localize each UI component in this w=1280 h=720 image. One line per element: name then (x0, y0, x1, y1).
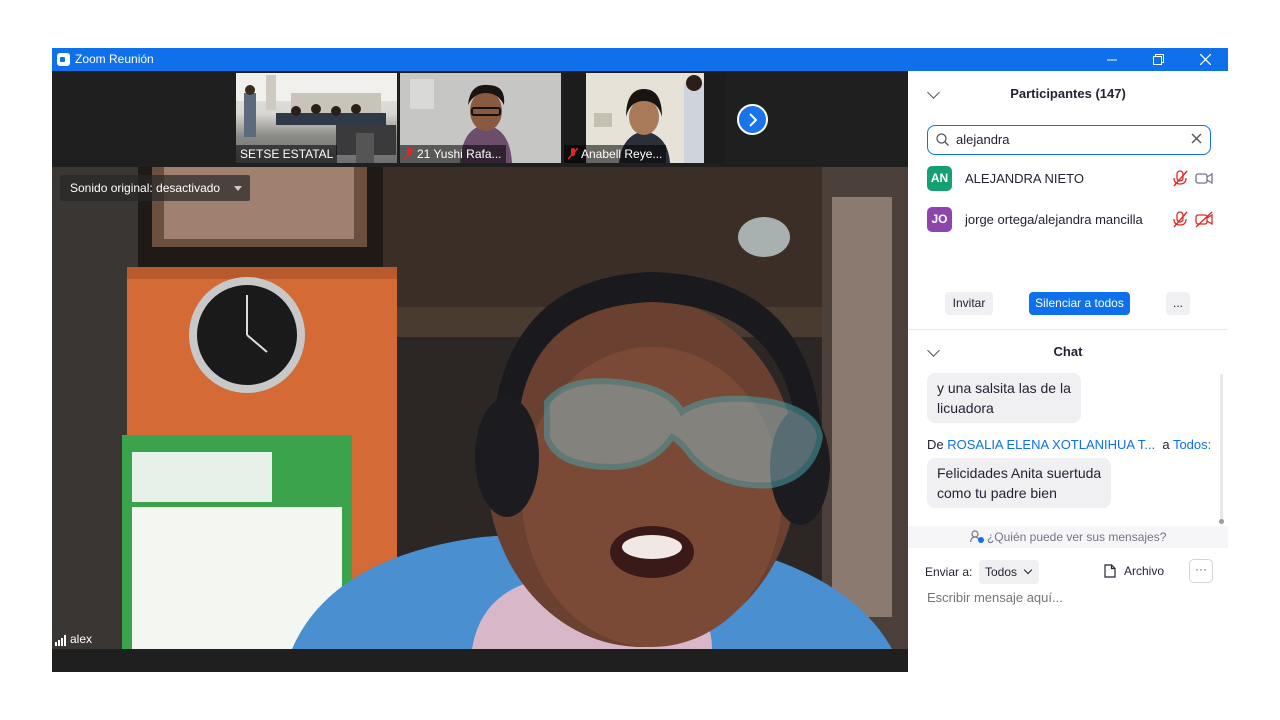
chat-messages[interactable]: y una salsita las de la licuadora De ROS… (927, 373, 1217, 523)
avatar: AN (927, 166, 952, 191)
main-speaker-video: Sonido original: desactivado alex (52, 167, 908, 649)
from-prefix: De (927, 437, 944, 452)
panel-divider (908, 329, 1228, 330)
participant-name: ALEJANDRA NIETO (965, 171, 1084, 186)
send-to-value: Todos (985, 565, 1018, 579)
participant-name: Anabell Reye... (581, 147, 663, 161)
speaker-name: alex (70, 632, 93, 646)
chat-message: y una salsita las de la licuadora (927, 373, 1081, 423)
speaker-video-frame (52, 167, 908, 649)
video-thumbnail[interactable]: SETSE ESTATAL (236, 73, 397, 163)
mute-all-button[interactable]: Silenciar a todos (1029, 292, 1130, 315)
file-label: Archivo (1124, 564, 1165, 578)
video-area: SETSE ESTATAL 21 Yushi Rafa... Anabell R… (52, 71, 908, 672)
participant-row[interactable]: AN ALEJANDRA NIETO (927, 166, 1217, 192)
chat-message: Felicidades Anita suertuda como tu padre… (927, 458, 1112, 508)
who-can-see-label: ¿Quién puede ver sus mensajes? (986, 530, 1167, 544)
muted-mic-icon (568, 148, 578, 160)
chat-header: Chat (1053, 344, 1083, 359)
window-title: Zoom Reunión (75, 52, 154, 66)
chat-scrollbar[interactable] (1219, 374, 1224, 524)
participants-more-button[interactable]: ... (1166, 292, 1190, 315)
minimize-button[interactable] (1089, 48, 1135, 71)
message-line: licuadora (937, 400, 994, 416)
message-line: como tu padre bien (937, 485, 1057, 501)
restore-icon (1152, 54, 1164, 65)
person-info-icon (969, 530, 984, 543)
file-button[interactable]: Archivo (1104, 564, 1164, 578)
muted-mic-icon (404, 148, 414, 160)
restore-button[interactable] (1135, 48, 1181, 71)
next-page-button[interactable] (737, 104, 768, 135)
avatar: JO (927, 207, 952, 232)
send-to-label: Enviar a: (925, 565, 973, 579)
thumbnail-label: 21 Yushi Rafa... (400, 145, 506, 163)
who-can-see-messages[interactable]: ¿Quién puede ver sus mensajes? (908, 526, 1228, 548)
title-bar: Zoom Reunión (52, 48, 1228, 71)
message-sender-line: De ROSALIA ELENA XOTLANIHUA T... a Todos… (927, 437, 1211, 452)
original-sound-label: Sonido original: desactivado (70, 181, 221, 195)
participant-name: jorge ortega/alejandra mancilla (965, 212, 1143, 227)
video-thumbnail[interactable]: Anabell Reye... (564, 73, 725, 163)
signal-strength-icon (55, 635, 66, 646)
minimize-icon (1107, 59, 1117, 60)
video-off-icon[interactable] (1195, 211, 1213, 228)
chevron-down-icon (234, 186, 243, 191)
participant-search-input[interactable] (954, 131, 1188, 148)
close-window-button[interactable] (1182, 48, 1228, 71)
message-line: Felicidades Anita suertuda (937, 465, 1102, 481)
to-prefix: a (1162, 437, 1170, 452)
chat-more-button[interactable]: ··· (1189, 559, 1213, 583)
message-line: y una salsita las de la (937, 380, 1071, 396)
video-thumbnail[interactable]: 21 Yushi Rafa... (400, 73, 561, 163)
thumbnail-strip: SETSE ESTATAL 21 Yushi Rafa... Anabell R… (236, 73, 725, 163)
close-icon (1199, 54, 1211, 65)
participant-row[interactable]: JO jorge ortega/alejandra mancilla (927, 207, 1217, 233)
chevron-down-icon (1023, 565, 1033, 575)
original-sound-toggle[interactable]: Sonido original: desactivado (60, 175, 251, 201)
side-panel: Participantes (147) AN ALEJANDRA NIETO J… (908, 71, 1228, 672)
muted-mic-icon[interactable] (1172, 170, 1188, 187)
participant-name: 21 Yushi Rafa... (417, 147, 502, 161)
zoom-logo-icon (57, 53, 70, 66)
chat-message-input[interactable] (925, 589, 1219, 606)
participants-header: Participantes (147) (1010, 86, 1126, 101)
clear-search-icon[interactable] (1191, 133, 1202, 144)
file-icon (1104, 564, 1116, 578)
chevron-right-icon (748, 112, 757, 127)
message-recipient: Todos: (1172, 437, 1212, 452)
send-to-dropdown[interactable]: Todos (979, 560, 1040, 584)
search-icon (936, 133, 949, 146)
zoom-window: Zoom Reunión SETSE ESTATAL 21 Yushi Rafa… (52, 48, 1228, 672)
video-camera-icon[interactable] (1195, 170, 1213, 187)
muted-mic-icon[interactable] (1172, 211, 1188, 228)
thumbnail-label: Anabell Reye... (564, 145, 667, 163)
message-sender[interactable]: ROSALIA ELENA XOTLANIHUA T... (947, 437, 1155, 452)
invite-button[interactable]: Invitar (945, 292, 993, 315)
speaker-name-tag: alex (55, 632, 92, 646)
participant-name: SETSE ESTATAL (240, 147, 334, 161)
participant-search-box[interactable] (927, 125, 1211, 155)
thumbnail-label: SETSE ESTATAL (236, 145, 338, 163)
